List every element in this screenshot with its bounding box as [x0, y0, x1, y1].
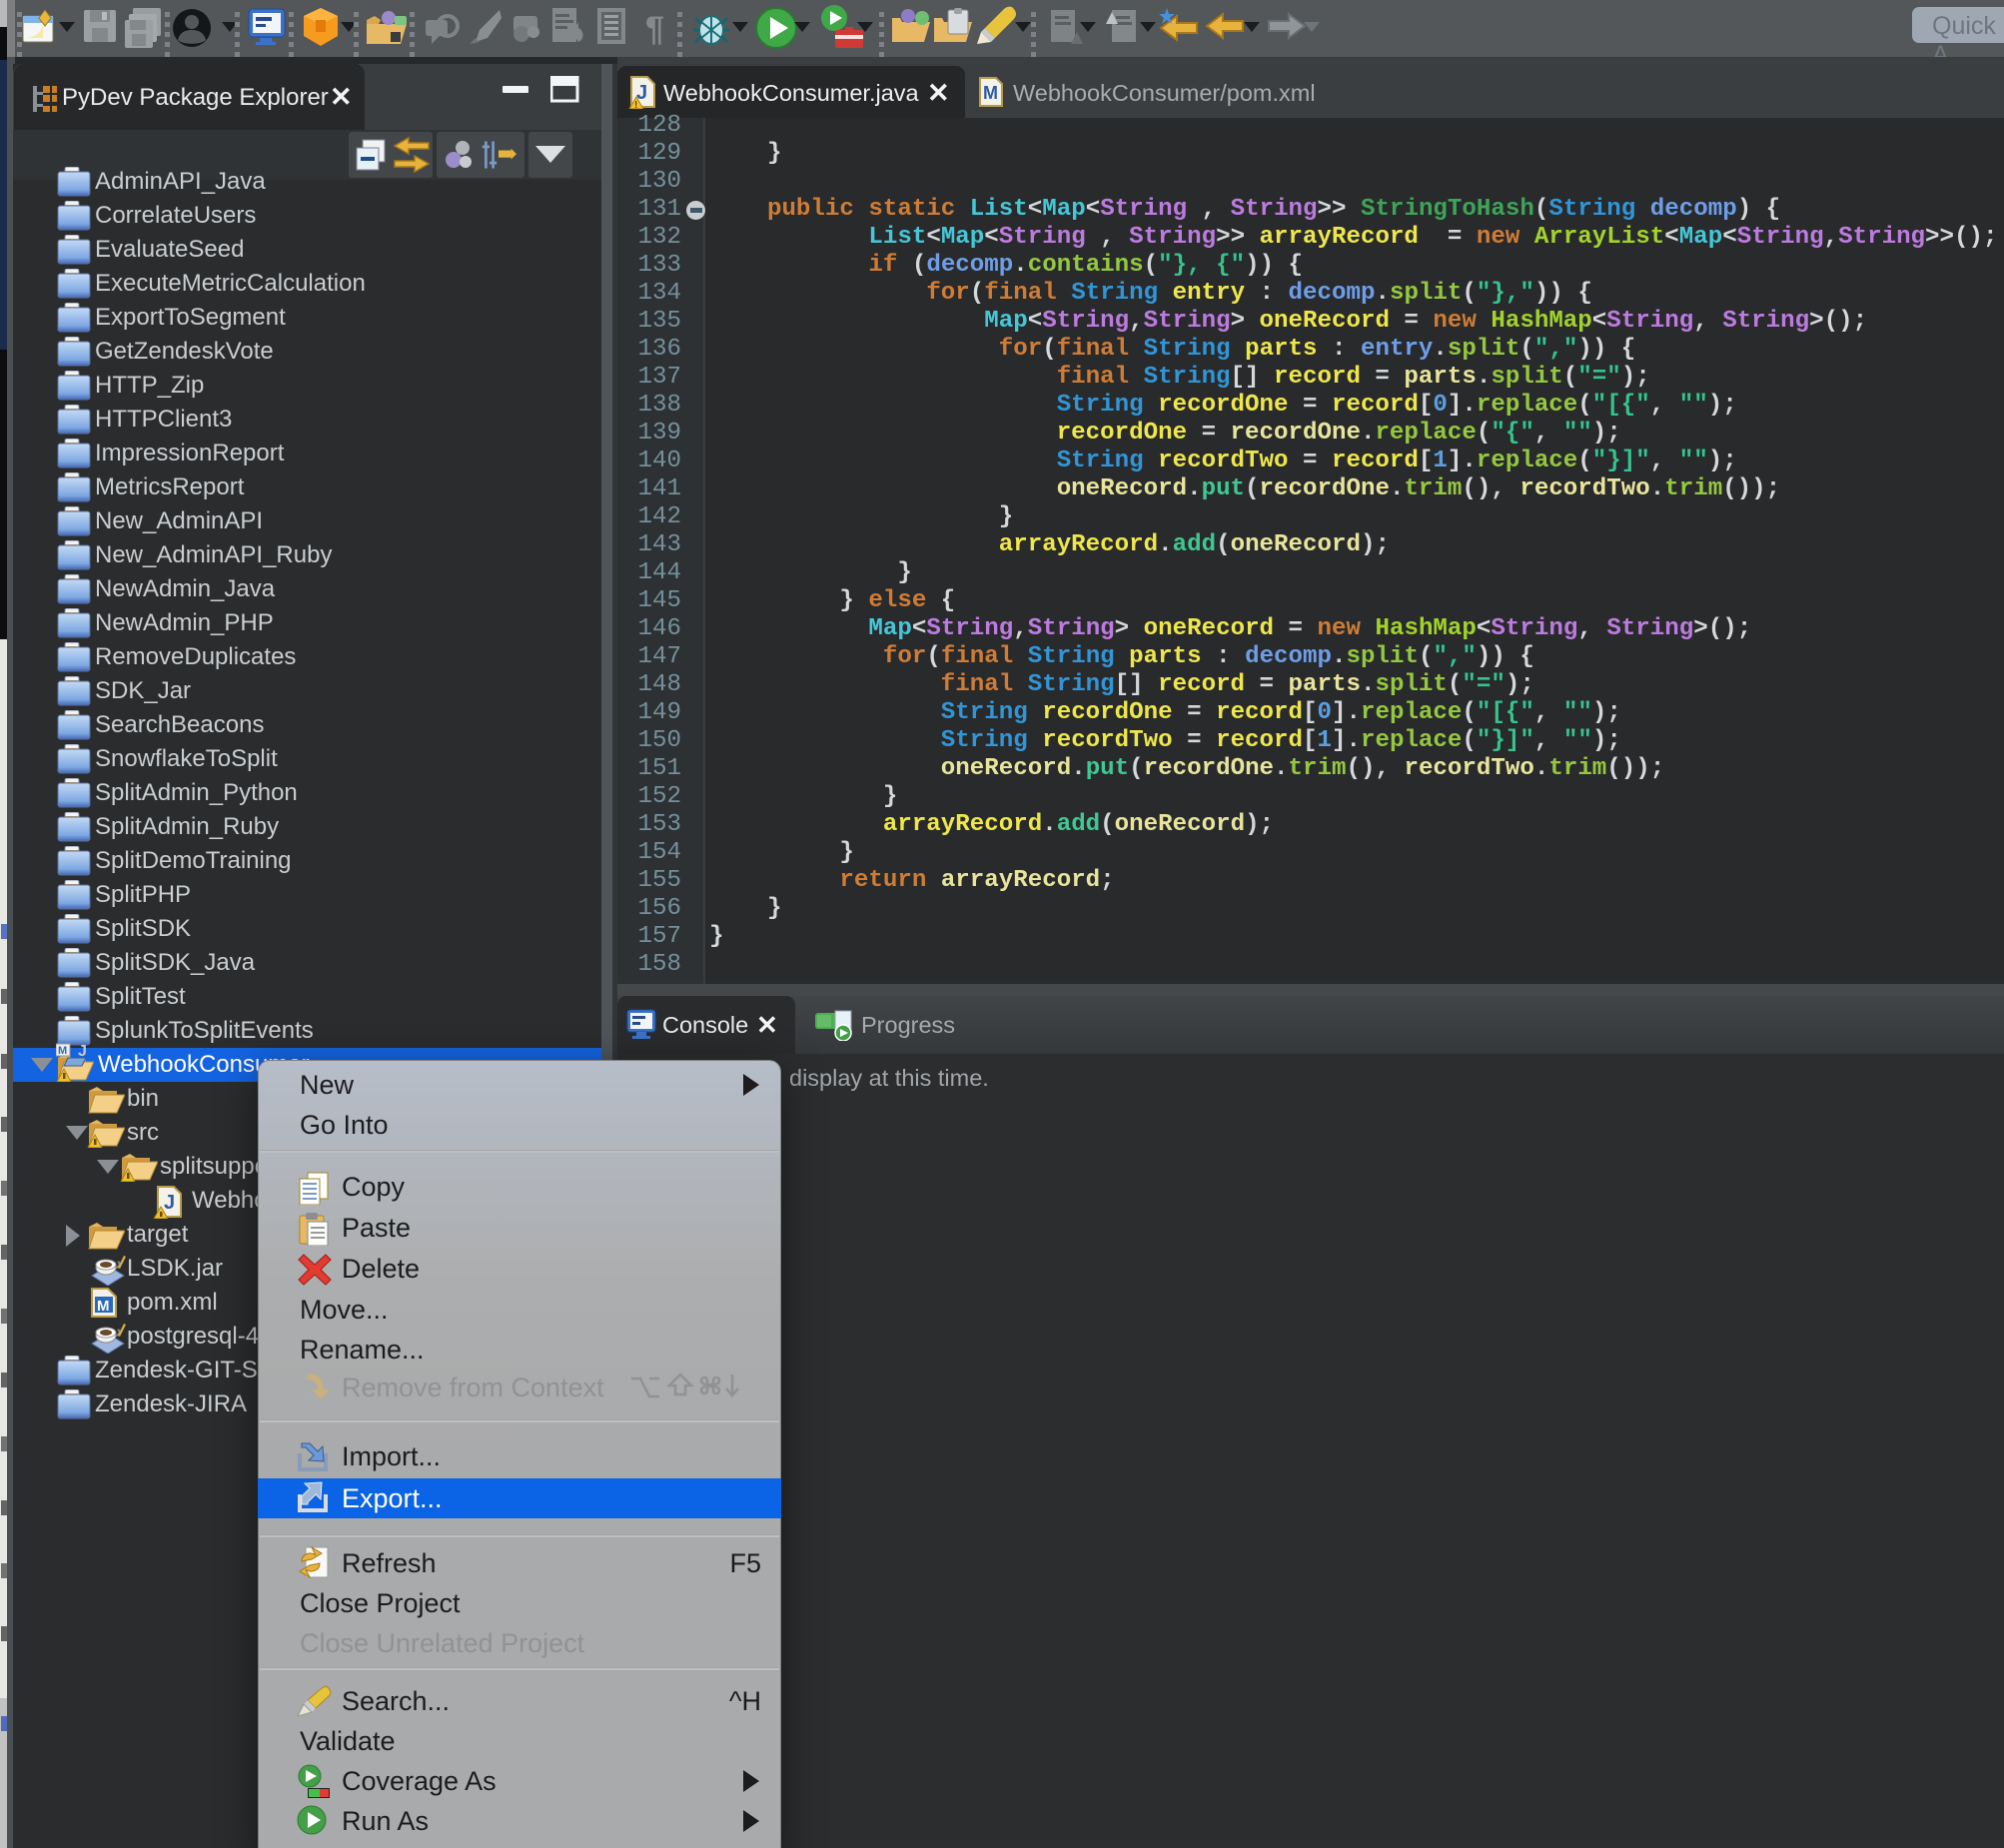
svg-text:M: M — [983, 83, 998, 103]
svg-text:M: M — [97, 1298, 110, 1315]
svg-text:M: M — [58, 1045, 67, 1057]
svg-text:J: J — [164, 1192, 175, 1214]
svg-text:!: ! — [634, 100, 637, 109]
svg-text:J: J — [78, 1043, 87, 1058]
